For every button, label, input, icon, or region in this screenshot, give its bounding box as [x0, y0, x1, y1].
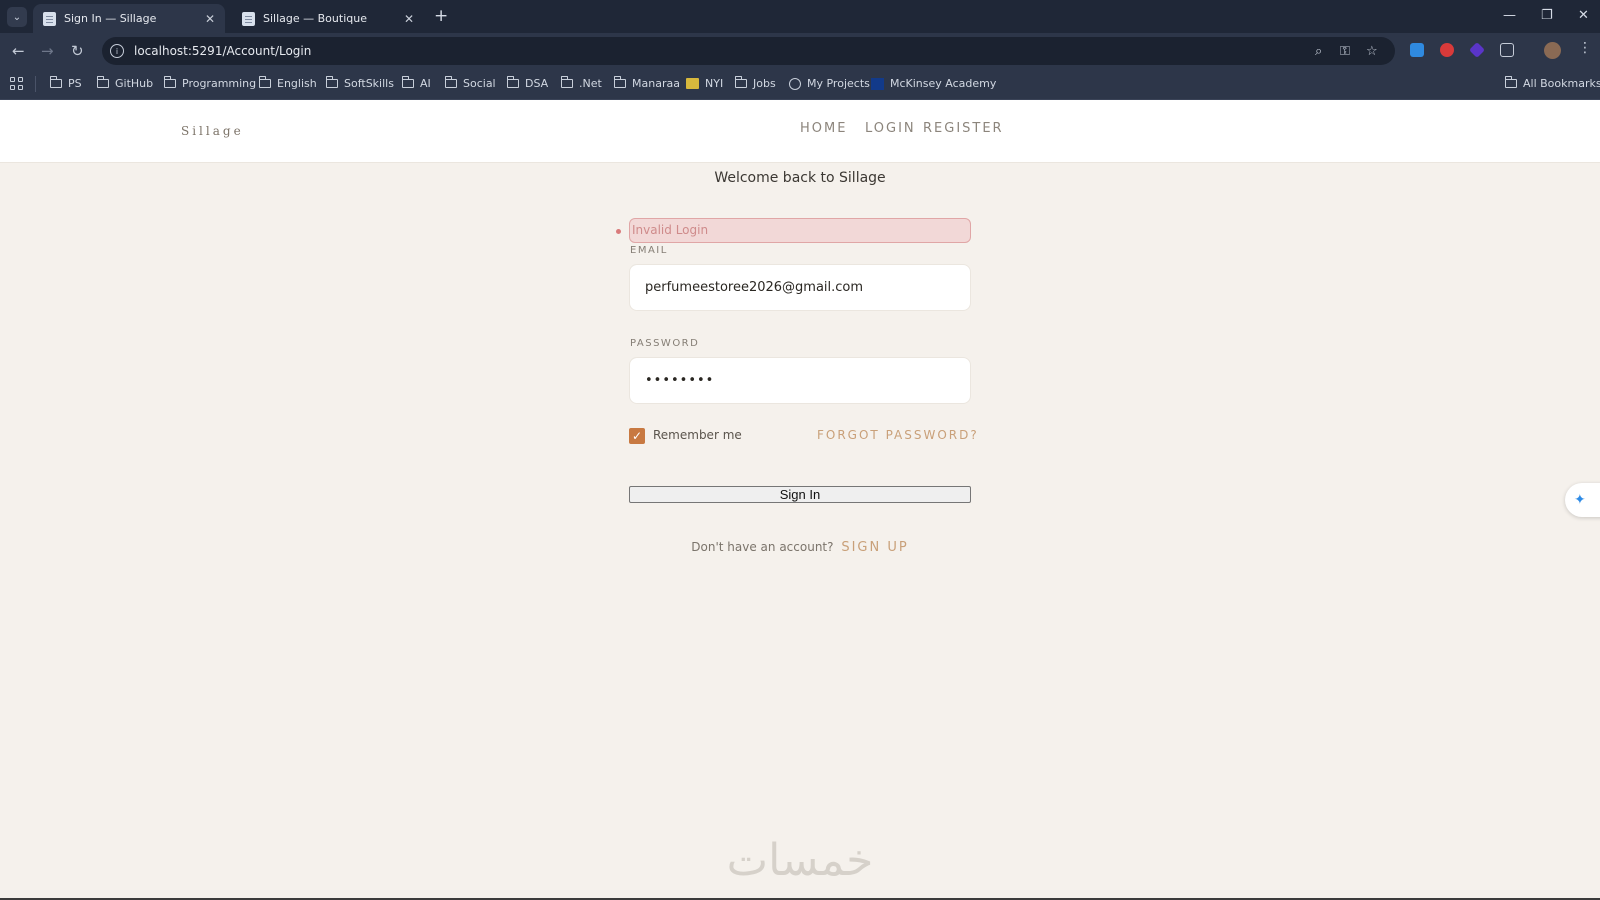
mckinsey-logo-icon — [871, 77, 884, 90]
bookmark-jobs[interactable]: Jobs — [735, 76, 776, 90]
menu-kebab-icon[interactable]: ⋮ — [1578, 40, 1592, 56]
browser-tab-bar: ⌄ Sign In — Sillage ✕ Sillage — Boutique… — [0, 0, 1600, 33]
site-info-icon[interactable]: i — [110, 44, 124, 58]
bookmark-dotnet[interactable]: .Net — [561, 76, 602, 90]
password-label: PASSWORD — [630, 338, 700, 349]
zoom-icon[interactable]: ⌕ — [1315, 44, 1322, 59]
email-label: EMAIL — [630, 245, 668, 256]
folder-icon — [561, 76, 573, 88]
signup-prompt: Don't have an account? — [691, 540, 834, 554]
folder-icon — [50, 76, 62, 88]
bookmark-mckinsey-academy[interactable]: McKinsey Academy — [871, 77, 996, 90]
tab-sign-in[interactable]: Sign In — Sillage ✕ — [33, 4, 225, 33]
tab-boutique[interactable]: Sillage — Boutique ✕ — [232, 4, 424, 33]
remember-me-label[interactable]: Remember me — [653, 428, 742, 442]
sparkle-assistant-icon[interactable]: ✦ — [1565, 483, 1600, 517]
forward-icon[interactable]: → — [41, 42, 54, 60]
folder-icon — [507, 76, 519, 88]
extension-red-icon[interactable] — [1440, 43, 1454, 57]
new-tab-button[interactable]: + — [434, 6, 448, 26]
tab-title: Sign In — Sillage — [64, 12, 157, 25]
back-icon[interactable]: ← — [12, 42, 25, 60]
nav-login[interactable]: LOGIN — [865, 121, 916, 136]
folder-icon — [326, 76, 338, 88]
tab-title: Sillage — Boutique — [263, 12, 367, 25]
nav-home[interactable]: HOME — [800, 121, 847, 136]
nav-register[interactable]: REGISTER — [923, 121, 1004, 136]
image-icon — [686, 78, 699, 89]
bookmark-softskills[interactable]: SoftSkills — [326, 76, 394, 90]
url-text[interactable]: localhost:5291/Account/Login — [134, 44, 311, 58]
folder-icon — [402, 76, 414, 88]
page-title: Welcome back to Sillage — [714, 170, 886, 186]
password-key-icon[interactable]: ⚿ — [1340, 44, 1350, 59]
extension-drop-icon[interactable] — [1410, 43, 1424, 57]
bookmark-programming[interactable]: Programming — [164, 76, 256, 90]
restore-button[interactable]: ❐ — [1541, 8, 1553, 23]
bookmark-manaraa[interactable]: Manaraa — [614, 76, 680, 90]
bookmark-social[interactable]: Social — [445, 76, 496, 90]
profile-avatar[interactable] — [1544, 42, 1561, 59]
folder-icon — [164, 76, 176, 88]
bookmark-star-icon[interactable]: ☆ — [1366, 44, 1378, 59]
watermark-logo: خمسات — [726, 835, 874, 886]
bookmark-my-projects[interactable]: My Projects — [789, 77, 870, 90]
globe-icon — [789, 77, 801, 90]
apps-grid-icon[interactable] — [10, 77, 23, 90]
close-window-button[interactable]: ✕ — [1578, 8, 1589, 23]
sign-in-button[interactable]: Sign In — [629, 486, 971, 503]
tab-search-button[interactable]: ⌄ — [7, 7, 27, 27]
page-icon — [43, 11, 56, 26]
reload-icon[interactable]: ↻ — [71, 42, 84, 60]
folder-icon — [97, 76, 109, 88]
folder-icon — [259, 76, 271, 88]
validation-error: Invalid Login — [629, 218, 971, 243]
bookmarks-bar: PS GitHub Programming English SoftSkills… — [0, 69, 1600, 100]
error-bullet — [616, 229, 621, 234]
close-icon[interactable]: ✕ — [205, 12, 215, 26]
folder-icon — [614, 76, 626, 88]
signup-prompt-row: Don't have an account? SIGN UP — [0, 540, 1600, 555]
folder-icon — [735, 76, 747, 88]
browser-toolbar: ← → ↻ i localhost:5291/Account/Login ⌕ ⚿… — [0, 33, 1600, 69]
folder-icon — [445, 76, 457, 88]
forgot-password-link[interactable]: FORGOT PASSWORD? — [817, 428, 979, 442]
address-bar[interactable]: i localhost:5291/Account/Login ⌕ ⚿ ☆ — [102, 37, 1395, 65]
site-header: Sillage HOME LOGIN REGISTER — [0, 100, 1600, 163]
remember-me-checkbox[interactable]: ✓ — [629, 428, 645, 444]
close-icon[interactable]: ✕ — [404, 12, 414, 26]
bookmark-github[interactable]: GitHub — [97, 76, 153, 90]
bookmark-ps[interactable]: PS — [50, 76, 82, 90]
email-field[interactable] — [629, 264, 971, 311]
sign-up-link[interactable]: SIGN UP — [841, 540, 908, 555]
page-icon — [242, 11, 255, 26]
password-field[interactable] — [629, 357, 971, 404]
bookmarks-divider — [35, 76, 36, 92]
site-logo[interactable]: Sillage — [181, 124, 244, 138]
bookmark-nyi[interactable]: NYI — [686, 77, 723, 90]
minimize-button[interactable]: — — [1503, 8, 1516, 23]
folder-icon — [1505, 76, 1517, 88]
all-bookmarks[interactable]: All Bookmarks — [1505, 76, 1600, 90]
bookmark-dsa[interactable]: DSA — [507, 76, 548, 90]
extensions-puzzle-icon[interactable] — [1500, 43, 1514, 57]
bookmark-english[interactable]: English — [259, 76, 317, 90]
bookmark-ai[interactable]: AI — [402, 76, 431, 90]
